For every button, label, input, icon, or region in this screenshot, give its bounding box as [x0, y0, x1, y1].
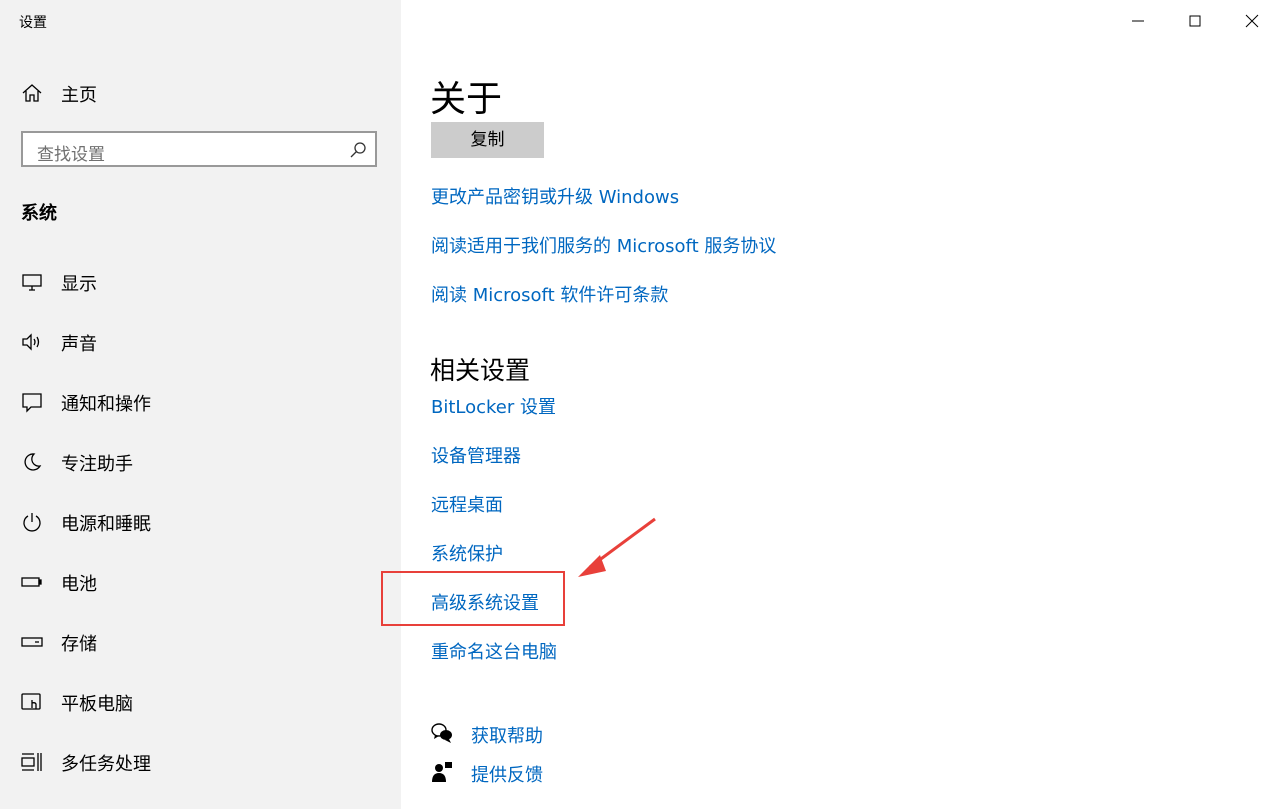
annotation-arrow-icon: [578, 517, 656, 577]
link-system-protection[interactable]: 系统保护: [431, 540, 503, 566]
link-get-help[interactable]: 获取帮助: [471, 722, 543, 748]
close-button[interactable]: [1237, 6, 1267, 36]
sidebar-item-label: 电源和睡眠: [61, 514, 151, 535]
sidebar-item-power-sleep[interactable]: 电源和睡眠: [0, 497, 401, 547]
multitask-icon: [21, 751, 43, 773]
maximize-icon: [1189, 15, 1201, 27]
sidebar-item-label: 多任务处理: [61, 754, 151, 775]
battery-icon: [21, 571, 43, 593]
sidebar-item-focus-assist[interactable]: 专注助手: [0, 437, 401, 487]
app-title: 设置: [19, 15, 47, 31]
storage-icon: [21, 631, 43, 653]
maximize-button[interactable]: [1180, 6, 1210, 36]
link-change-product-key[interactable]: 更改产品密钥或升级 Windows: [431, 183, 679, 209]
sidebar-item-battery[interactable]: 电池: [0, 557, 401, 607]
sidebar-item-sound[interactable]: 声音: [0, 317, 401, 367]
sidebar-item-display[interactable]: 显示: [0, 257, 401, 307]
sidebar-item-label: 平板电脑: [61, 694, 133, 715]
link-service-agreement[interactable]: 阅读适用于我们服务的 Microsoft 服务协议: [431, 232, 776, 258]
link-bitlocker-settings[interactable]: BitLocker 设置: [431, 393, 556, 419]
close-icon: [1245, 14, 1259, 28]
tablet-icon: [21, 691, 43, 713]
sidebar-item-label: 通知和操作: [61, 394, 151, 415]
sidebar-item-label: 存储: [61, 634, 97, 655]
sidebar-item-notifications[interactable]: 通知和操作: [0, 377, 401, 427]
display-icon: [21, 271, 43, 293]
link-feedback[interactable]: 提供反馈: [471, 761, 543, 787]
link-remote-desktop[interactable]: 远程桌面: [431, 491, 503, 517]
copy-button[interactable]: 复制: [431, 122, 544, 158]
sidebar-item-tablet[interactable]: 平板电脑: [0, 677, 401, 727]
link-rename-pc[interactable]: 重命名这台电脑: [431, 638, 557, 664]
annotation-highlight-box: [381, 571, 565, 626]
sidebar-item-home[interactable]: 主页: [0, 72, 401, 112]
section-title-system: 系统: [21, 203, 57, 224]
sidebar-item-label: 声音: [61, 334, 97, 355]
moon-icon: [21, 451, 43, 473]
sidebar-item-storage[interactable]: 存储: [0, 617, 401, 667]
sidebar-item-label: 专注助手: [61, 454, 133, 475]
home-label: 主页: [61, 85, 97, 106]
notification-icon: [21, 391, 43, 413]
minimize-button[interactable]: [1123, 6, 1153, 36]
link-license-terms[interactable]: 阅读 Microsoft 软件许可条款: [431, 281, 668, 307]
help-chat-icon: [431, 722, 453, 744]
search-icon[interactable]: [349, 141, 367, 159]
sidebar-item-label: 电池: [61, 574, 97, 595]
link-device-manager[interactable]: 设备管理器: [431, 442, 521, 468]
search-placeholder: 查找设置: [37, 145, 105, 165]
sidebar: 设置 主页 查找设置 系统 显示 声音 通知和操作 专注助手 电源和睡眠 电池 …: [0, 0, 401, 809]
sidebar-item-label: 显示: [61, 274, 97, 295]
page-title: 关于: [430, 79, 503, 120]
search-input[interactable]: 查找设置: [21, 131, 377, 167]
power-icon: [21, 511, 43, 533]
home-icon: [21, 82, 43, 104]
minimize-icon: [1132, 20, 1144, 22]
related-settings-title: 相关设置: [430, 356, 531, 385]
speaker-icon: [21, 331, 43, 353]
sidebar-item-multitasking[interactable]: 多任务处理: [0, 737, 401, 787]
feedback-person-icon: [431, 761, 453, 783]
